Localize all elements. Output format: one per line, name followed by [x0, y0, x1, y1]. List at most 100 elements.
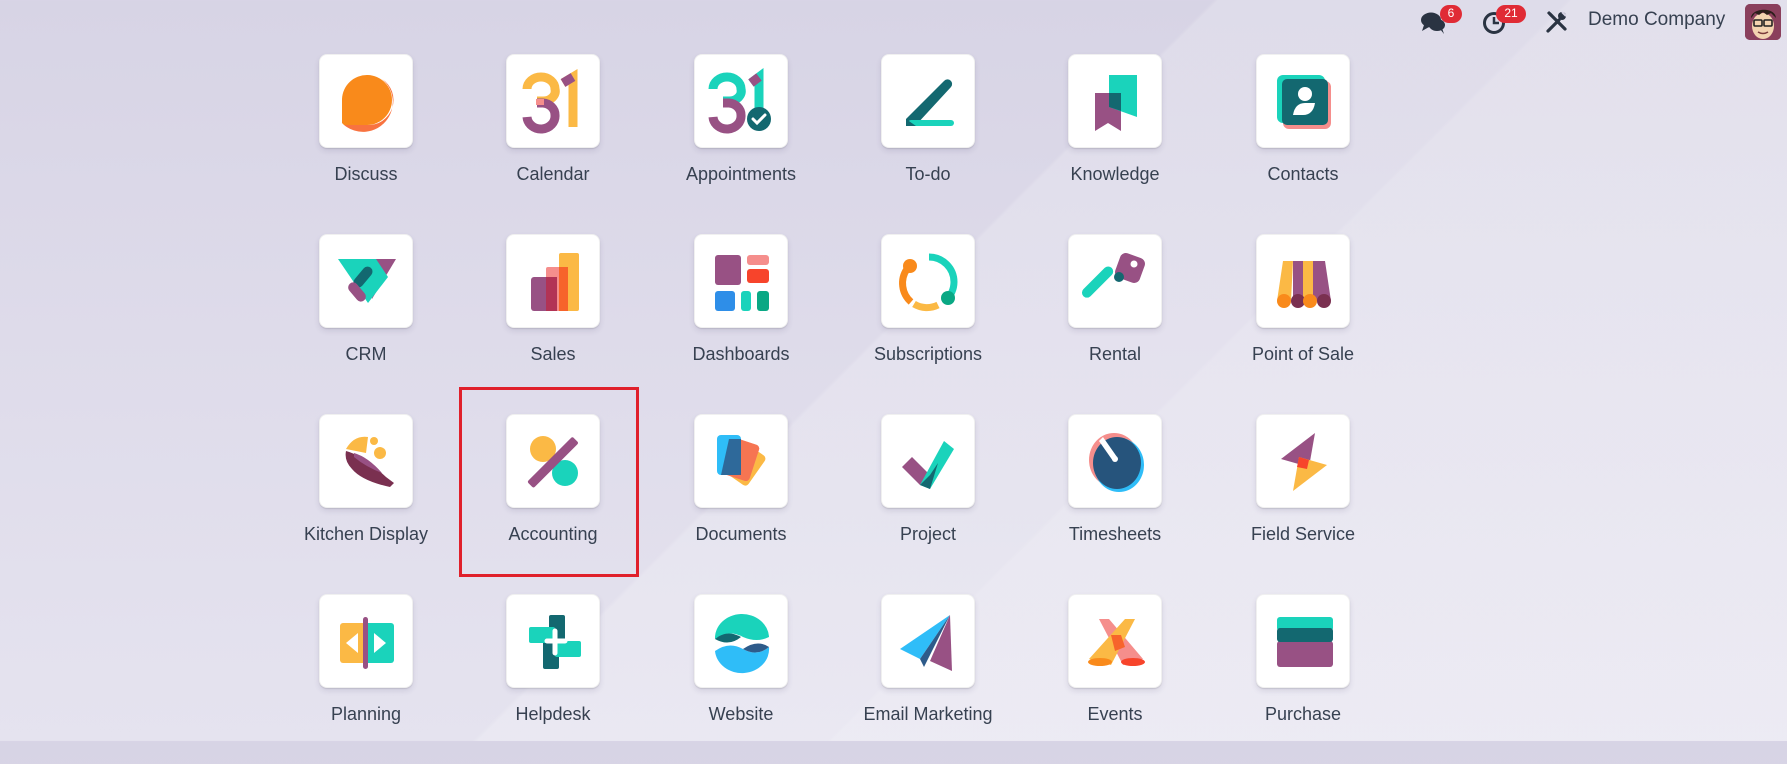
email-marketing-icon — [900, 615, 952, 671]
app-label: To-do — [905, 164, 951, 184]
contacts-icon — [1277, 75, 1331, 129]
debug-tools-button[interactable] — [1545, 10, 1569, 34]
crm-icon — [338, 259, 396, 303]
app-tile — [506, 414, 600, 508]
app-rental[interactable]: Rental — [1021, 234, 1209, 404]
app-label: Project — [899, 524, 957, 544]
app-tile — [1068, 594, 1162, 688]
app-tile — [506, 54, 600, 148]
accounting-icon — [527, 436, 578, 488]
app-tile — [1256, 414, 1350, 508]
app-dashboards[interactable]: Dashboards — [647, 234, 835, 404]
field-service-icon — [1281, 433, 1327, 491]
app-tile — [1256, 54, 1350, 148]
sales-icon — [531, 253, 579, 311]
company-switcher[interactable]: Demo Company — [1588, 9, 1725, 31]
activities-badge: 21 — [1496, 5, 1526, 23]
app-tile — [881, 414, 975, 508]
purchase-icon — [1277, 617, 1333, 667]
app-label: Email Marketing — [863, 704, 993, 724]
app-tile — [1256, 594, 1350, 688]
app-tile — [319, 414, 413, 508]
app-label: Accounting — [508, 524, 598, 544]
app-accounting[interactable]: Accounting — [459, 414, 647, 584]
documents-icon — [717, 435, 766, 486]
app-contacts[interactable]: Contacts — [1209, 54, 1397, 224]
website-icon — [714, 613, 770, 674]
app-website[interactable]: Website — [647, 594, 835, 764]
app-point-of-sale[interactable]: Point of Sale — [1209, 234, 1397, 404]
app-calendar[interactable]: Calendar — [459, 54, 647, 224]
planning-icon — [340, 617, 394, 669]
app-label: Discuss — [334, 164, 398, 184]
app-tile — [319, 234, 413, 328]
app-crm[interactable]: CRM — [272, 234, 460, 404]
app-documents[interactable]: Documents — [647, 414, 835, 584]
app-label: Events — [1087, 704, 1143, 724]
messages-badge: 6 — [1440, 5, 1462, 23]
app-helpdesk[interactable]: Helpdesk — [459, 594, 647, 764]
app-label: CRM — [345, 344, 387, 364]
app-tile — [1068, 414, 1162, 508]
app-label: Planning — [330, 704, 402, 724]
app-tile — [694, 414, 788, 508]
point-of-sale-icon — [1277, 261, 1331, 308]
app-tile — [1068, 54, 1162, 148]
app-timesheets[interactable]: Timesheets — [1021, 414, 1209, 584]
dashboards-icon — [715, 255, 769, 311]
app-tile — [881, 54, 975, 148]
app-label: Dashboards — [692, 344, 790, 364]
app-tile — [881, 234, 975, 328]
app-purchase[interactable]: Purchase — [1209, 594, 1397, 764]
app-label: Rental — [1088, 344, 1142, 364]
app-label: Kitchen Display — [303, 524, 429, 544]
app-project[interactable]: Project — [834, 414, 1022, 584]
subscriptions-icon — [899, 253, 958, 312]
rental-icon — [1081, 253, 1145, 298]
app-tile — [881, 594, 975, 688]
app-label: Appointments — [685, 164, 797, 184]
messages-button[interactable]: 6 — [1420, 5, 1462, 36]
app-label: Documents — [695, 524, 787, 544]
app-tile — [1068, 234, 1162, 328]
app-appointments[interactable]: Appointments — [647, 54, 835, 224]
app-tile — [319, 594, 413, 688]
app-label: Website — [708, 704, 774, 724]
discuss-icon — [342, 75, 394, 132]
calendar-icon — [522, 69, 578, 134]
avatar-icon — [1745, 4, 1781, 40]
app-label: Calendar — [516, 164, 590, 184]
app-subscriptions[interactable]: Subscriptions — [834, 234, 1022, 404]
app-label: Timesheets — [1068, 524, 1162, 544]
avatar[interactable] — [1745, 4, 1781, 40]
app-tile — [506, 594, 600, 688]
app-planning[interactable]: Planning — [272, 594, 460, 764]
app-todo[interactable]: To-do — [834, 54, 1022, 224]
app-label: Helpdesk — [515, 704, 591, 724]
app-label: Contacts — [1267, 164, 1339, 184]
kitchen-display-icon — [345, 436, 394, 487]
app-email-marketing[interactable]: Email Marketing — [834, 594, 1022, 764]
timesheets-icon — [1089, 433, 1144, 492]
app-tile — [694, 54, 788, 148]
app-tile — [1256, 234, 1350, 328]
helpdesk-icon — [529, 615, 581, 669]
app-tile — [694, 594, 788, 688]
app-events[interactable]: Events — [1021, 594, 1209, 764]
app-label: Sales — [530, 344, 576, 364]
app-label: Knowledge — [1070, 164, 1160, 184]
activities-button[interactable]: 21 — [1482, 5, 1532, 36]
app-label: Purchase — [1264, 704, 1342, 724]
app-kitchen-display[interactable]: Kitchen Display — [272, 414, 460, 584]
app-field-service[interactable]: Field Service — [1209, 414, 1397, 584]
app-knowledge[interactable]: Knowledge — [1021, 54, 1209, 224]
app-label: Subscriptions — [873, 344, 983, 364]
project-icon — [902, 441, 954, 489]
appointments-icon — [708, 68, 771, 134]
app-label: Point of Sale — [1251, 344, 1355, 364]
todo-icon — [906, 79, 954, 126]
tools-icon — [1546, 10, 1567, 33]
app-discuss[interactable]: Discuss — [272, 54, 460, 224]
app-sales[interactable]: Sales — [459, 234, 647, 404]
app-tile — [694, 234, 788, 328]
